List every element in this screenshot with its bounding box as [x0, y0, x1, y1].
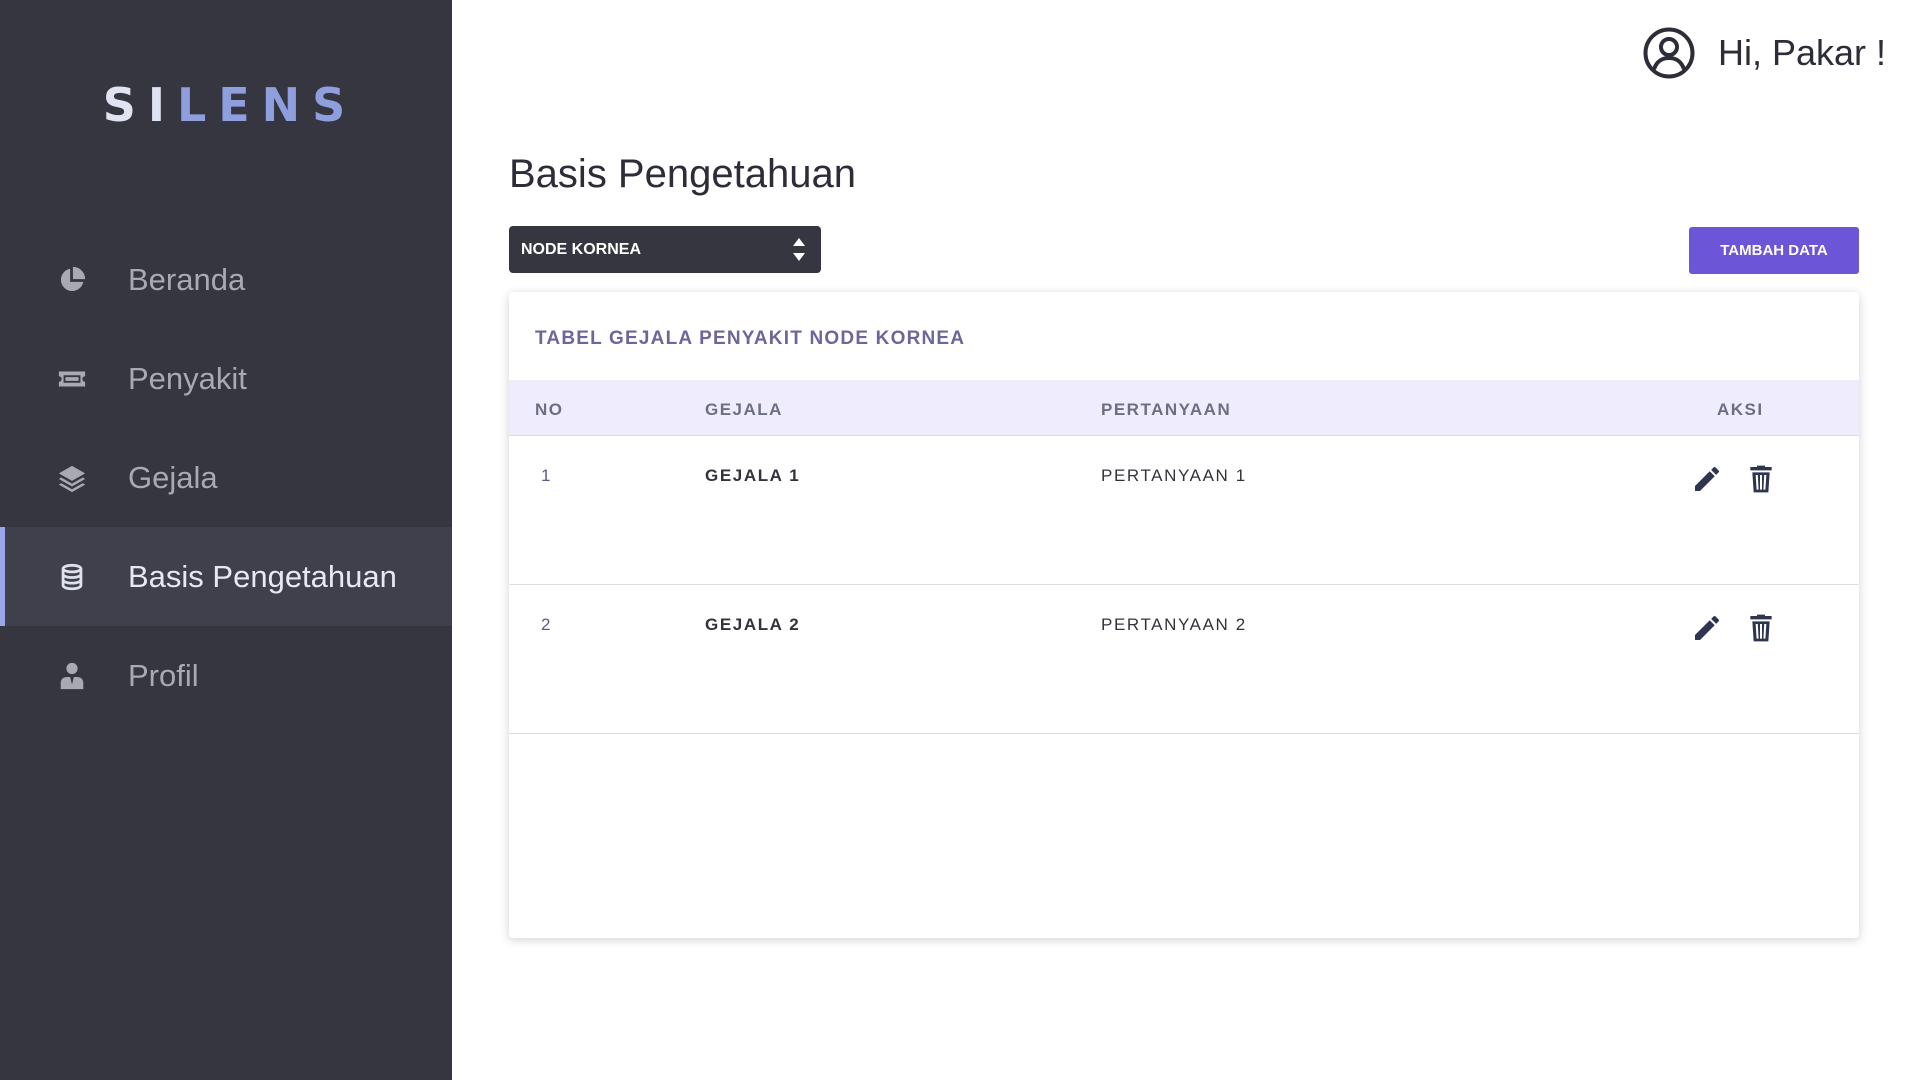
table-title: TABEL GEJALA PENYAKIT NODE KORNEA [535, 328, 966, 349]
trash-icon [1750, 465, 1772, 493]
delete-button[interactable] [1745, 611, 1777, 645]
add-data-button[interactable]: TAMBAH DATA [1689, 227, 1859, 274]
sidebar-item-basis-pengetahuan[interactable]: Basis Pengetahuan [0, 527, 452, 626]
symptom-table-card: TABEL GEJALA PENYAKIT NODE KORNEA NO GEJ… [509, 292, 1859, 938]
node-select-value: NODE KORNEA [521, 240, 642, 258]
app-logo: SILENS [0, 78, 452, 132]
row-actions [1691, 611, 1777, 645]
page-title: Basis Pengetahuan [509, 152, 856, 196]
cell-pertanyaan: PERTANYAAN 1 [1101, 466, 1247, 485]
user-tie-icon [56, 660, 88, 692]
pie-chart-icon [56, 264, 88, 296]
delete-button[interactable] [1745, 462, 1777, 496]
sidebar-item-label: Profil [128, 657, 199, 693]
cell-no: 2 [541, 615, 553, 634]
table-row: 2 GEJALA 2 PERTANYAAN 2 [509, 585, 1859, 734]
sidebar-item-label: Beranda [128, 261, 246, 297]
table-header: NO GEJALA PERTANYAAN AKSI [509, 380, 1859, 436]
edit-button[interactable] [1691, 611, 1723, 645]
cell-gejala: GEJALA 1 [705, 466, 801, 485]
cell-no: 1 [541, 466, 553, 485]
select-arrows-icon [793, 238, 805, 261]
table-row: 1 GEJALA 1 PERTANYAAN 1 [509, 436, 1859, 585]
logo-text-part2: LENS [176, 78, 358, 132]
database-icon [56, 561, 88, 593]
layers-icon [56, 462, 88, 494]
sidebar-item-penyakit[interactable]: Penyakit [0, 329, 452, 428]
sidebar-item-label: Gejala [128, 459, 218, 495]
user-menu[interactable]: Hi, Pakar ! [1642, 26, 1886, 80]
sidebar-item-label: Penyakit [128, 360, 247, 396]
ticket-icon [56, 363, 88, 395]
trash-icon [1750, 614, 1772, 642]
edit-button[interactable] [1691, 462, 1723, 496]
app-root: SILENS Beranda Penyakit Gejala Basis Pen… [0, 0, 1920, 1080]
column-header-gejala: GEJALA [705, 400, 783, 419]
column-header-no: NO [535, 400, 564, 419]
pencil-icon [1695, 615, 1720, 640]
sidebar-item-gejala[interactable]: Gejala [0, 428, 452, 527]
user-circle-icon [1643, 27, 1695, 79]
row-actions [1691, 462, 1777, 496]
cell-gejala: GEJALA 2 [705, 615, 801, 634]
cell-pertanyaan: PERTANYAAN 2 [1101, 615, 1247, 634]
column-header-pertanyaan: PERTANYAAN [1101, 400, 1232, 419]
sidebar-item-label: Basis Pengetahuan [128, 558, 397, 594]
column-header-aksi: AKSI [1717, 400, 1764, 419]
sidebar-nav: Beranda Penyakit Gejala Basis Pengetahua… [0, 230, 452, 725]
sidebar-item-profil[interactable]: Profil [0, 626, 452, 725]
user-greeting: Hi, Pakar ! [1717, 32, 1886, 73]
sidebar: SILENS Beranda Penyakit Gejala Basis Pen… [0, 0, 452, 1080]
sidebar-item-beranda[interactable]: Beranda [0, 230, 452, 329]
node-select[interactable]: NODE KORNEA [509, 226, 821, 273]
pencil-icon [1695, 466, 1720, 491]
logo-text-part1: SI [102, 78, 177, 132]
